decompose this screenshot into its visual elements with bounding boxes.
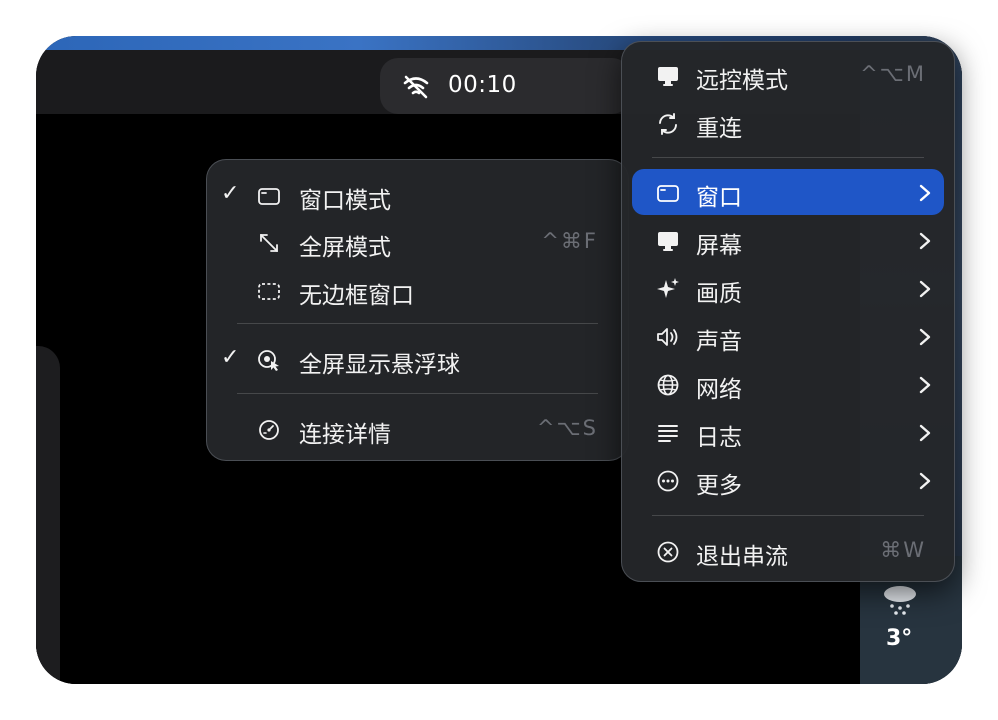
- menu-item-fullscreen-floating-ball[interactable]: ✓ 全屏显示悬浮球: [207, 336, 628, 382]
- menu-item-screen[interactable]: 屏幕: [622, 217, 954, 263]
- connection-status-pill[interactable]: 00:10: [380, 58, 630, 114]
- menu-item-network[interactable]: 网络: [622, 361, 954, 407]
- chevron-right-icon: [919, 376, 931, 394]
- chevron-right-icon: [919, 328, 931, 346]
- refresh-icon: [659, 113, 677, 135]
- menu-item-window-mode[interactable]: ✓ 窗口模式: [207, 172, 628, 218]
- checkmark-icon: ✓: [221, 345, 240, 370]
- speaker-icon: [657, 328, 678, 346]
- menu-divider: [237, 323, 598, 324]
- menu-item-label: 更多: [696, 473, 742, 499]
- chevron-right-icon: [919, 232, 931, 250]
- menu-item-label: 声音: [696, 329, 742, 355]
- text-lines-icon: [658, 425, 678, 442]
- menu-item-label: 退出串流: [696, 544, 788, 570]
- menu-item-shortcut: ^⌘F: [541, 229, 598, 253]
- wifi-off-icon: [403, 75, 429, 99]
- expand-arrows-icon: [260, 234, 278, 252]
- menu-item-window[interactable]: 窗口: [632, 169, 944, 215]
- menu-item-quality[interactable]: 画质: [622, 265, 954, 311]
- menu-item-remote-control-mode[interactable]: 远控模式 ^⌥M: [622, 52, 954, 98]
- menu-item-label: 重连: [696, 116, 742, 142]
- menu-item-label: 日志: [696, 425, 742, 451]
- menu-divider: [237, 393, 598, 394]
- menu-divider: [652, 157, 924, 158]
- menu-item-label: 屏幕: [696, 233, 742, 259]
- chevron-right-icon: [919, 424, 931, 442]
- menu-item-shortcut: ⌘W: [880, 538, 926, 562]
- globe-icon: [657, 374, 679, 396]
- weather-temperature: 3°: [886, 626, 913, 651]
- stream-side-card: [36, 346, 60, 684]
- window-icon: [657, 185, 679, 202]
- menu-item-label: 无边框窗口: [299, 283, 414, 309]
- menu-item-connection-details[interactable]: 连接详情 ^⌥S: [207, 406, 628, 452]
- menu-item-label: 画质: [696, 281, 742, 307]
- ellipsis-circle-icon: [657, 470, 679, 492]
- chevron-right-icon: [919, 472, 931, 490]
- menu-item-log[interactable]: 日志: [622, 409, 954, 455]
- gauge-icon: [259, 420, 279, 440]
- window-submenu: ✓ 窗口模式 全屏模式 ^⌘F 无边框窗口 ✓ 全屏显示悬浮球 连接详情 ^⌥S: [206, 159, 629, 461]
- menu-item-fullscreen-mode[interactable]: 全屏模式 ^⌘F: [207, 219, 628, 265]
- session-timer: 00:10: [448, 72, 517, 98]
- dashed-window-icon: [258, 283, 280, 300]
- close-circle-icon: [657, 541, 679, 563]
- monitor-icon: [658, 67, 678, 86]
- menu-item-shortcut: ^⌥S: [536, 416, 598, 440]
- menu-item-label: 全屏显示悬浮球: [299, 352, 460, 378]
- menu-item-sound[interactable]: 声音: [622, 313, 954, 359]
- menu-divider: [652, 515, 924, 516]
- chevron-right-icon: [919, 184, 931, 202]
- sparkles-icon: [657, 278, 679, 298]
- monitor-icon: [658, 232, 678, 251]
- menu-item-shortcut: ^⌥M: [860, 62, 926, 86]
- window-icon: [258, 188, 280, 205]
- menu-item-label: 全屏模式: [299, 235, 391, 261]
- chevron-right-icon: [919, 280, 931, 298]
- menu-item-label: 窗口: [696, 185, 742, 211]
- menu-item-label: 网络: [696, 377, 742, 403]
- floating-ball-cursor-icon: [258, 350, 279, 371]
- menu-item-label: 窗口模式: [299, 188, 391, 214]
- menu-item-label: 远控模式: [696, 68, 788, 94]
- checkmark-icon: ✓: [221, 181, 240, 206]
- menu-item-exit-stream[interactable]: 退出串流 ⌘W: [622, 528, 954, 574]
- snow-cloud-icon: [884, 586, 916, 615]
- menu-item-more[interactable]: 更多: [622, 457, 954, 503]
- menu-item-borderless-window[interactable]: 无边框窗口: [207, 267, 628, 313]
- menu-item-label: 连接详情: [299, 422, 391, 448]
- stream-main-menu: 远控模式 ^⌥M 重连 窗口 屏幕 画质 声音 网络 日志 更多 退出串流 ⌘W: [621, 41, 955, 582]
- menu-item-reconnect[interactable]: 重连: [622, 100, 954, 146]
